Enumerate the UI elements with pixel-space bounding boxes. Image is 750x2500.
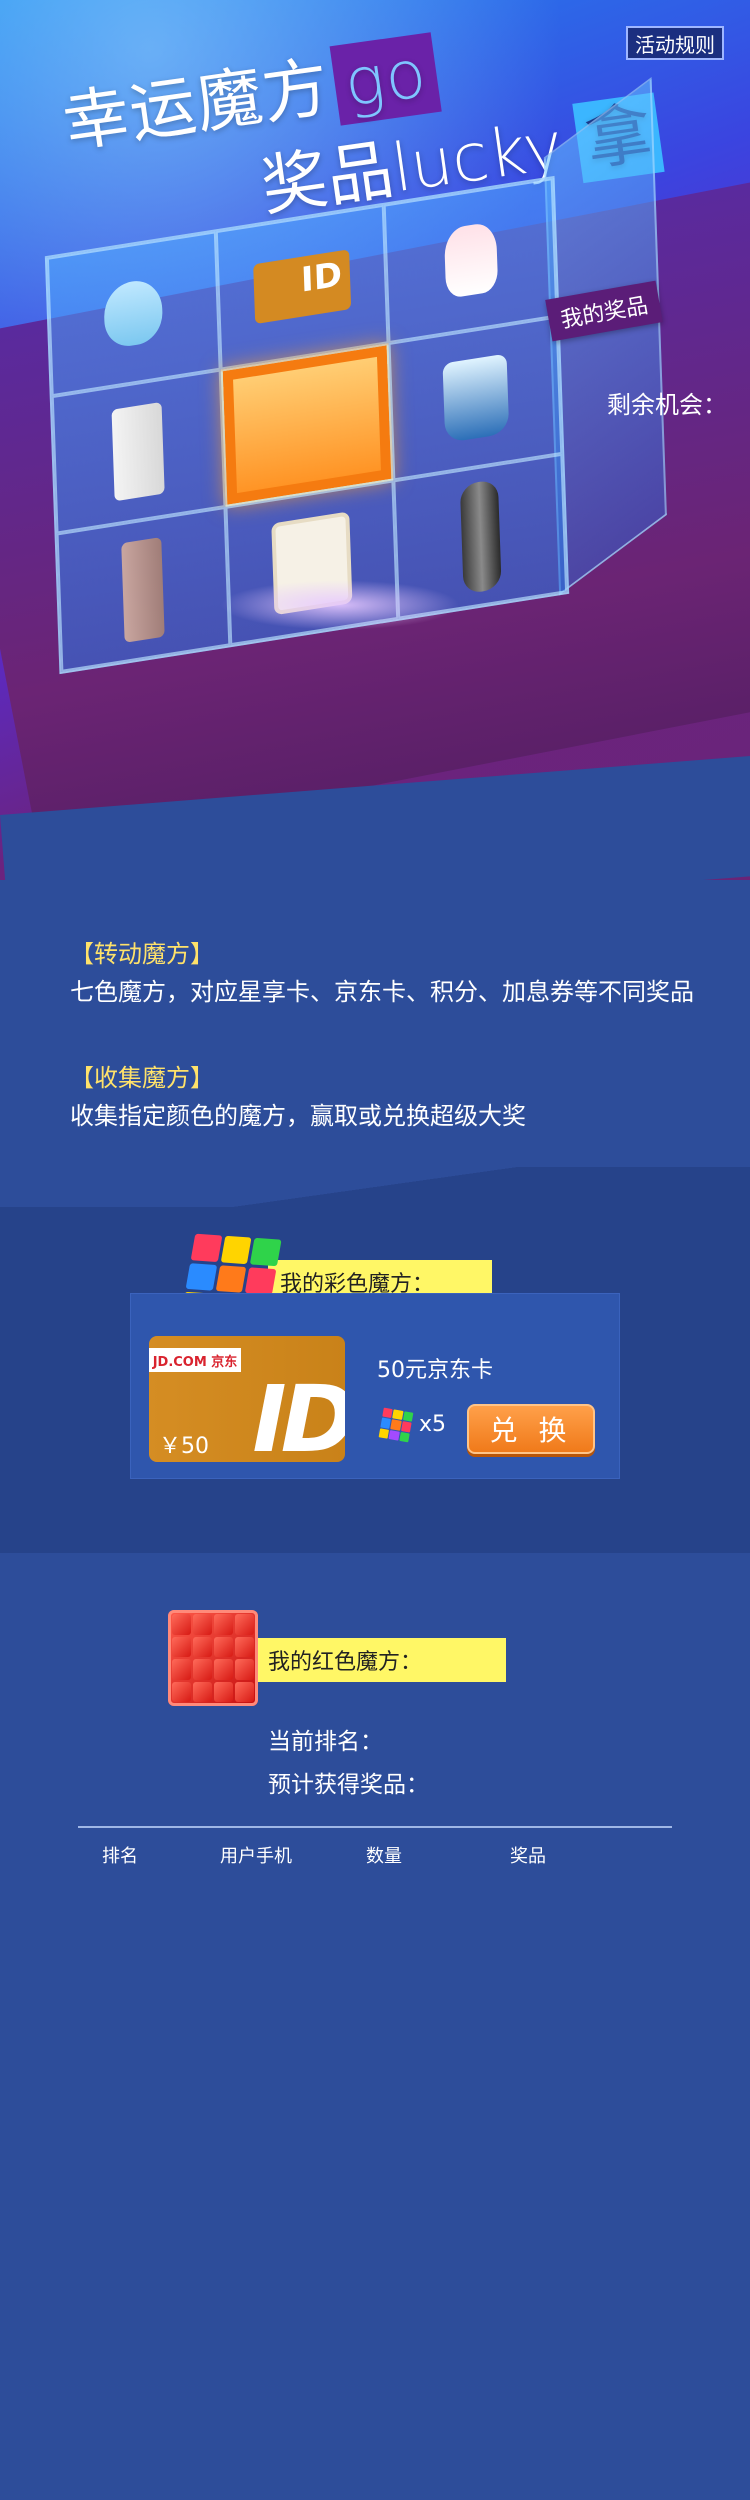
table-header-count: 数量	[366, 1846, 402, 1867]
jd-id-mark: ID	[252, 1366, 345, 1462]
hero-banner: 活动规则 幸运魔方 go 奖品lucky 拿 我的奖品 剩余机会：	[0, 0, 750, 880]
prize-cell	[56, 507, 230, 672]
cleanser-icon	[103, 277, 164, 351]
exchange-button[interactable]: 兑 换	[467, 1404, 595, 1454]
rules-description: 【转动魔方】 七色魔方，对应星享卡、京东卡、积分、加息券等不同奖品 【收集魔方】…	[70, 935, 720, 1135]
jd-logo: JD.COM 京东	[149, 1348, 241, 1372]
expected-prize: 预计获得奖品：	[268, 1772, 429, 1798]
current-rank: 当前排名：	[268, 1729, 383, 1755]
exchange-prize-name: 50元京东卡	[377, 1358, 493, 1383]
remaining-chances: 剩余机会：	[607, 391, 727, 419]
thermos-icon	[121, 536, 166, 643]
exchange-prize-box: JD.COM 京东 ID ￥50 50元京东卡 x5 兑 换	[130, 1293, 620, 1479]
kettle-icon	[442, 353, 509, 444]
rubik-cube-small-icon	[378, 1407, 414, 1443]
jd-card-amount: ￥50	[159, 1434, 209, 1459]
prize-cell	[46, 231, 221, 396]
shaver-icon	[459, 478, 502, 595]
table-header-rank: 排名	[102, 1846, 138, 1867]
prize-cell	[215, 204, 389, 370]
bear-icon	[443, 221, 498, 300]
router-icon	[111, 401, 166, 502]
table-header-prize: 奖品	[510, 1846, 546, 1867]
lottery-start-button[interactable]	[220, 342, 394, 508]
prize-cell	[384, 178, 558, 343]
prize-cell	[51, 369, 226, 534]
prize-cell	[388, 316, 563, 481]
jd-card-icon	[253, 249, 352, 325]
section-text-rotate: 七色魔方，对应星享卡、京东卡、积分、加息券等不同奖品	[70, 978, 694, 1006]
red-cube-label: 我的红色魔方：	[256, 1638, 506, 1682]
ranking-divider	[78, 1826, 672, 1828]
section-title-rotate: 【转动魔方】	[70, 940, 214, 968]
cube-glow	[220, 580, 460, 630]
exchange-quantity: x5	[419, 1412, 447, 1437]
title-tag-go: go	[329, 32, 442, 126]
table-header-phone: 用户手机	[220, 1846, 292, 1867]
section-title-collect: 【收集魔方】	[70, 1064, 214, 1092]
section-text-collect: 收集指定颜色的魔方，赢取或兑换超级大奖	[70, 1102, 526, 1130]
jd-card-image: JD.COM 京东 ID ￥50	[149, 1336, 345, 1462]
red-cube-icon	[168, 1610, 258, 1706]
rules-button[interactable]: 活动规则	[626, 26, 724, 60]
